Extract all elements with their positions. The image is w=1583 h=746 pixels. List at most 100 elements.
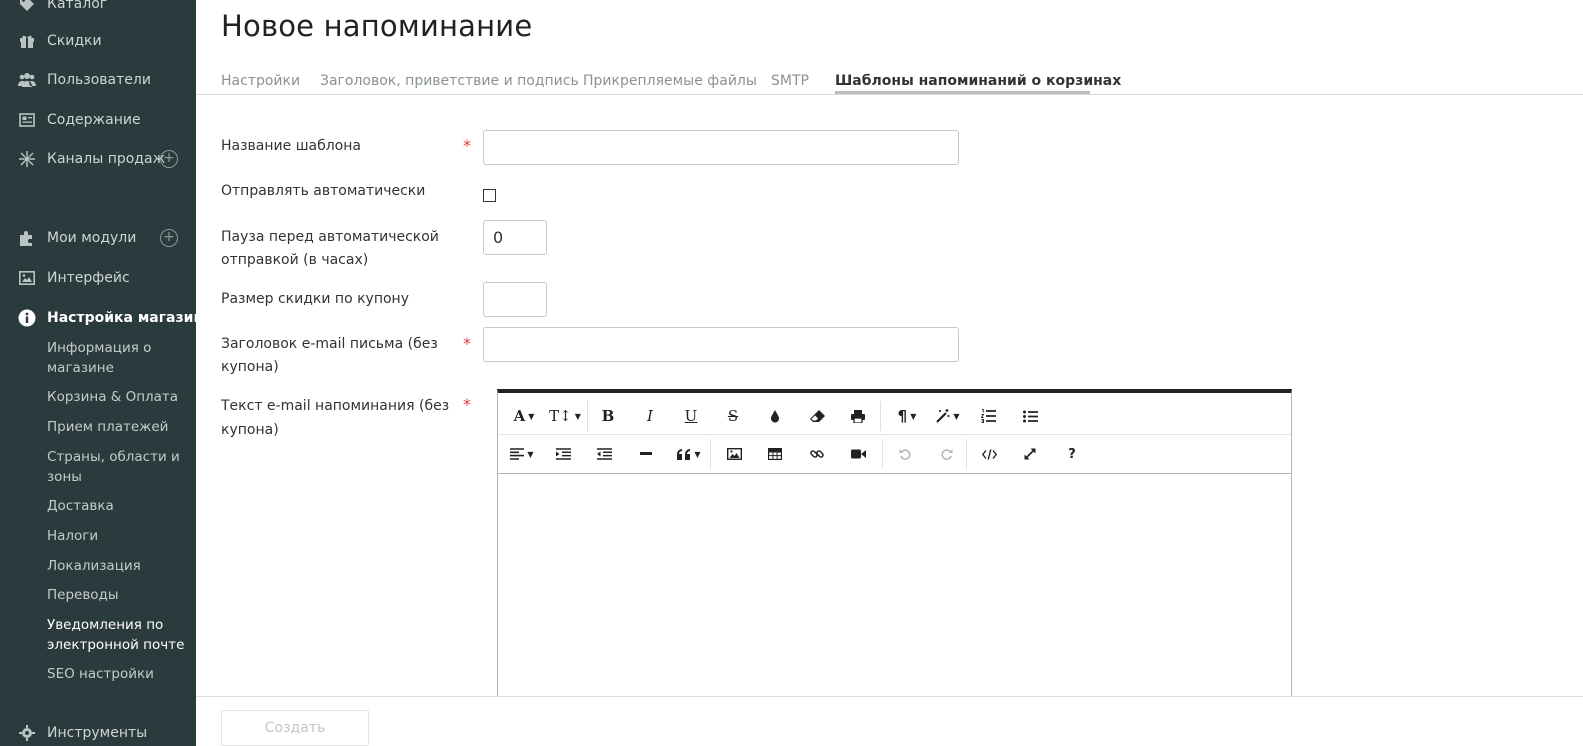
sidebar-subitem-cart-payment[interactable]: Корзина & Оплата — [47, 387, 187, 407]
insert-table-button[interactable] — [763, 442, 787, 466]
sidebar-subitem-translations[interactable]: Переводы — [47, 585, 187, 605]
sidebar-subitem-taxes[interactable]: Налоги — [47, 526, 187, 546]
align-button[interactable]: ▼ — [508, 442, 536, 466]
template-name-input[interactable] — [483, 130, 959, 165]
chevron-down-icon: ▼ — [910, 411, 917, 421]
underline-button[interactable]: U — [679, 404, 703, 428]
chevron-down-icon: ▼ — [527, 449, 534, 459]
tab-settings[interactable]: Настройки — [221, 73, 300, 89]
editor-toolbar-row-2: ▼ ▼ ? — [498, 435, 1291, 474]
ordered-list-button[interactable] — [976, 404, 1000, 428]
tab-cart-reminder-templates[interactable]: Шаблоны напоминаний о корзинах — [835, 73, 1121, 89]
sidebar-item-interface[interactable]: Интерфейс — [0, 266, 196, 290]
email-subject-input[interactable] — [483, 327, 959, 362]
clear-format-button[interactable] — [805, 404, 829, 428]
sidebar-subitem-payment-methods[interactable]: Прием платежей — [47, 417, 187, 437]
ordered-list-icon — [980, 409, 996, 423]
email-body-label-line2: купона) — [221, 422, 279, 438]
editor-content-area[interactable] — [498, 475, 1291, 709]
paragraph-button[interactable]: ¶ ▼ — [894, 404, 920, 428]
text-color-button[interactable] — [763, 404, 787, 428]
fullscreen-button[interactable] — [1018, 442, 1042, 466]
puzzle-icon — [18, 229, 36, 247]
sidebar-item-label: Каналы продаж — [47, 151, 166, 167]
sidebar-item-users[interactable]: Пользователи — [0, 68, 196, 92]
add-sales-channel-button[interactable]: + — [160, 150, 178, 168]
image-icon — [18, 269, 36, 287]
create-button[interactable]: Создать — [221, 710, 369, 746]
horizontal-rule-button[interactable] — [634, 442, 658, 466]
editor-toolbar-row-1: A ▼ T↕ ▼ B I U S ¶ ▼ ▼ — [498, 397, 1291, 435]
tab-header-greeting-signature[interactable]: Заголовок, приветствие и подпись — [320, 73, 579, 89]
tab-smtp[interactable]: SMTP — [771, 73, 809, 89]
chevron-down-icon: ▼ — [528, 411, 535, 421]
template-name-label: Название шаблона — [221, 138, 361, 154]
sidebar-item-store-settings[interactable]: Настройка магазина — [0, 306, 196, 330]
sidebar-subitem-countries[interactable]: Страны, области и зоны — [47, 447, 187, 487]
users-icon — [18, 71, 36, 89]
sidebar-item-label: Скидки — [47, 33, 102, 49]
sidebar-item-label: Каталог — [47, 0, 108, 12]
sidebar-subitem-seo[interactable]: SEO настройки — [47, 664, 187, 684]
sidebar-item-label: Настройка магазина — [47, 310, 196, 326]
unordered-list-button[interactable] — [1018, 404, 1042, 428]
tab-attachments[interactable]: Прикрепляемые файлы — [583, 73, 757, 89]
sidebar-item-catalog[interactable]: Каталог — [0, 0, 196, 16]
insert-video-button[interactable] — [846, 442, 870, 466]
sidebar-item-sales-channels[interactable]: Каналы продаж + — [0, 147, 196, 171]
italic-button[interactable]: I — [638, 404, 662, 428]
pause-label-line1: Пауза перед автоматической — [221, 229, 439, 245]
insert-link-button[interactable] — [805, 442, 829, 466]
tab-bar: Настройки Заголовок, приветствие и подпи… — [196, 70, 1583, 95]
code-icon — [981, 448, 997, 460]
pause-hours-input[interactable] — [483, 220, 547, 255]
toolbar-separator — [880, 401, 881, 431]
gear-icon — [18, 724, 36, 742]
toolbar-separator — [966, 439, 967, 469]
pause-label-line2: отправкой (в часах) — [221, 252, 369, 268]
indent-button[interactable] — [551, 442, 575, 466]
quote-icon — [677, 448, 691, 460]
sidebar-subitem-email-notifications[interactable]: Уведомления по электронной почте — [47, 615, 187, 655]
chevron-down-icon: ▼ — [694, 449, 701, 459]
minus-icon — [640, 452, 652, 455]
discount-size-label: Размер скидки по купону — [221, 291, 409, 307]
auto-send-label: Отправлять автоматически — [221, 183, 426, 199]
blockquote-button[interactable]: ▼ — [674, 442, 704, 466]
help-button[interactable]: ? — [1060, 442, 1084, 466]
insert-image-button[interactable] — [722, 442, 746, 466]
sidebar-item-discounts[interactable]: Скидки — [0, 29, 196, 53]
sidebar-item-label: Инструменты — [47, 725, 148, 741]
sidebar-item-content[interactable]: Содержание — [0, 108, 196, 132]
outdent-icon — [596, 448, 612, 460]
code-view-button[interactable] — [977, 442, 1001, 466]
video-camera-icon — [850, 449, 866, 459]
sidebar-item-label: Интерфейс — [47, 270, 130, 286]
auto-send-checkbox[interactable] — [483, 189, 496, 202]
sidebar-item-tools[interactable]: Инструменты — [0, 721, 196, 745]
image-icon — [726, 448, 742, 460]
gift-icon — [18, 32, 36, 50]
outdent-button[interactable] — [592, 442, 616, 466]
required-mark: * — [463, 395, 471, 414]
strikethrough-button[interactable]: S — [721, 404, 745, 428]
sidebar-item-my-modules[interactable]: Мои модули + — [0, 226, 196, 250]
sidebar-subitem-shipping[interactable]: Доставка — [47, 496, 187, 516]
email-subject-label-line2: купона) — [221, 359, 279, 375]
sidebar-subitem-store-info[interactable]: Информация о магазине — [47, 338, 187, 378]
discount-size-input[interactable] — [483, 282, 547, 317]
table-icon — [768, 448, 782, 460]
style-button[interactable]: ▼ — [934, 404, 962, 428]
required-mark: * — [463, 334, 471, 353]
redo-button[interactable] — [935, 442, 959, 466]
sidebar-item-label: Пользователи — [47, 72, 151, 88]
paragraph-icon: ¶ — [897, 407, 908, 425]
font-family-button[interactable]: A ▼ — [508, 404, 540, 428]
bold-button[interactable]: B — [596, 404, 620, 428]
undo-button[interactable] — [893, 442, 917, 466]
sidebar-subitem-localization[interactable]: Локализация — [47, 556, 187, 576]
print-button[interactable] — [846, 404, 870, 428]
add-module-button[interactable]: + — [160, 229, 178, 247]
chevron-down-icon: ▼ — [574, 411, 581, 421]
font-size-button[interactable]: T↕ ▼ — [548, 404, 582, 428]
